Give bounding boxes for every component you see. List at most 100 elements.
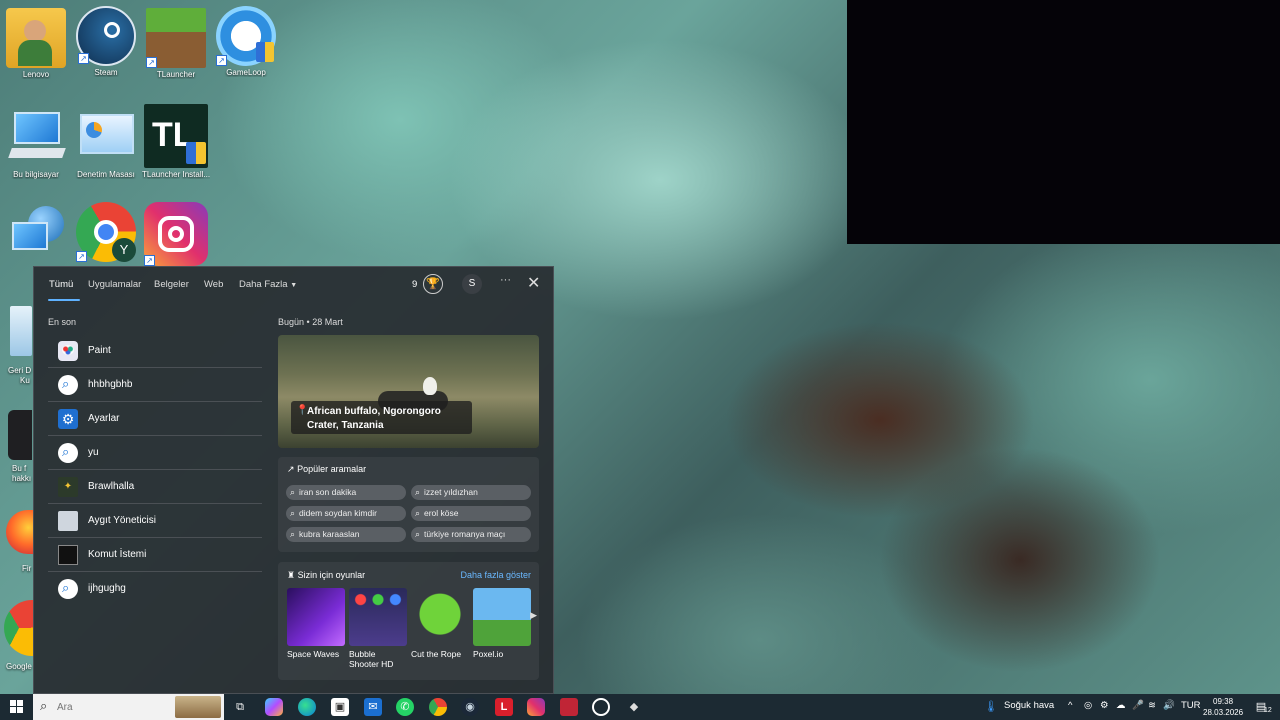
list-item[interactable]: ⚙ Ayarlar xyxy=(48,402,262,436)
lenovo-app-icon[interactable]: L xyxy=(495,698,513,716)
list-item[interactable]: Komut İstemi xyxy=(48,538,262,572)
tab-documents[interactable]: Belgeler xyxy=(154,279,189,290)
desktop-icon-label: Steam xyxy=(94,68,118,77)
game-tile[interactable]: Cut the Rope xyxy=(411,588,469,659)
task-view-icon[interactable]: ⧉ xyxy=(231,698,249,716)
space-waves-icon xyxy=(287,588,345,646)
desktop-icon-google[interactable]: Google xyxy=(0,596,34,676)
list-item[interactable]: Aygıt Yöneticisi xyxy=(48,504,262,538)
desktop-icon-tlauncher[interactable]: ↗ TLauncher xyxy=(142,8,210,79)
thermometer-icon[interactable]: 🌡 xyxy=(982,698,1000,716)
taskbar-search[interactable]: ⌕ xyxy=(33,694,224,720)
volume-icon[interactable]: 🔊 xyxy=(1163,700,1175,711)
instagram-icon[interactable] xyxy=(527,698,545,716)
games-card: ♜ Sizin için oyunlar Daha fazla göster S… xyxy=(278,562,539,680)
chrome-icon[interactable] xyxy=(429,698,447,716)
search-input[interactable] xyxy=(57,699,167,715)
desktop-icon-recycle-bin[interactable]: Geri D Ku xyxy=(0,302,33,392)
desktop-icon-about[interactable]: Bu f hakkı xyxy=(0,404,33,490)
steam-icon[interactable]: ◉ xyxy=(461,698,479,716)
avatar[interactable]: S xyxy=(462,274,482,294)
desktop-icon-firefox[interactable]: Fir xyxy=(0,506,34,578)
desktop-icon-instagram[interactable]: ↗ xyxy=(142,202,210,268)
cloud-icon[interactable]: ☁ xyxy=(1116,700,1126,711)
poxel-io-icon xyxy=(473,588,531,646)
app-icon[interactable]: ◆ xyxy=(625,698,643,716)
wifi-icon[interactable]: ≋ xyxy=(1148,700,1156,711)
list-item[interactable]: Paint xyxy=(48,334,262,368)
games-title: ♜ Sizin için oyunlar xyxy=(287,570,365,581)
games-title-label: Sizin için oyunlar xyxy=(297,570,366,580)
obs-icon[interactable] xyxy=(592,698,610,716)
desktop-icon-chrome-profile[interactable]: Y ↗ xyxy=(72,202,140,264)
store-icon[interactable]: ▣ xyxy=(331,698,349,716)
desktop-icon-control-panel[interactable]: Denetim Masası xyxy=(72,108,140,179)
popular-title-label: Popüler aramalar xyxy=(297,464,367,474)
list-item[interactable]: hhbhgbhb xyxy=(48,368,262,402)
game-tile[interactable]: Bubble Shooter HD xyxy=(349,588,407,669)
weather-text[interactable]: Soğuk hava xyxy=(1004,700,1054,711)
popular-search-chip[interactable]: erol köse xyxy=(411,506,531,521)
desktop-icon-gameloop[interactable]: ↗ GameLoop xyxy=(212,6,280,77)
desktop-icon-label: GameLoop xyxy=(226,68,266,77)
game-tile[interactable]: Space Waves xyxy=(287,588,345,659)
microphone-icon[interactable]: 🎤 xyxy=(1132,700,1144,711)
desktop-icon-label: Geri D xyxy=(8,366,32,375)
cut-the-rope-icon xyxy=(411,588,469,646)
edge-icon[interactable] xyxy=(298,698,316,716)
copilot-icon[interactable] xyxy=(265,698,283,716)
list-item-label: ijhgughg xyxy=(88,583,126,594)
more-options-icon[interactable]: ··· xyxy=(500,274,511,286)
list-item-label: Aygıt Yöneticisi xyxy=(88,515,157,526)
list-item-label: yu xyxy=(88,447,99,458)
control-panel-icon xyxy=(76,108,136,168)
close-icon[interactable]: ✕ xyxy=(527,273,540,293)
notification-badge: 12 xyxy=(1264,707,1272,714)
clock[interactable]: 09:38 28.03.2026 xyxy=(1203,696,1243,718)
chevron-right-icon[interactable]: ▶ xyxy=(530,610,537,621)
desktop-icon-this-pc[interactable]: Bu bilgisayar xyxy=(2,108,70,179)
windows-start-icon[interactable] xyxy=(10,700,23,713)
language-indicator[interactable]: TUR xyxy=(1181,700,1201,711)
active-tab-indicator xyxy=(48,299,80,301)
mail-icon[interactable]: ✉ xyxy=(364,698,382,716)
popular-search-chip[interactable]: kubra karaaslan xyxy=(286,527,406,542)
chrome-icon: Y ↗ xyxy=(76,202,136,262)
desktop-icon-label: Ku xyxy=(20,376,30,385)
desktop-icon-tlauncher-installer[interactable]: TL TLauncher Install... xyxy=(142,104,210,179)
trophy-icon[interactable]: 🏆 xyxy=(423,274,443,294)
device-manager-icon xyxy=(58,511,78,531)
gameloop-icon: ↗ xyxy=(216,6,276,66)
game-name: Cut the Rope xyxy=(411,649,462,659)
list-item[interactable]: ✦ Brawlhalla xyxy=(48,470,262,504)
show-more-link[interactable]: Daha fazla göster xyxy=(460,570,531,580)
firefox-icon xyxy=(6,510,34,554)
desktop-icon-steam[interactable]: ↗ Steam xyxy=(72,6,140,77)
today-date: 28 Mart xyxy=(312,317,343,327)
desktop-icon-lenovo[interactable]: Lenovo xyxy=(2,8,70,79)
search-icon xyxy=(58,375,78,395)
list-item[interactable]: yu xyxy=(48,436,262,470)
popular-search-chip[interactable]: türkiye romanya maçı xyxy=(411,527,531,542)
desktop-icon-network[interactable] xyxy=(2,204,70,266)
game-app-icon[interactable] xyxy=(560,698,578,716)
tab-apps[interactable]: Uygulamalar xyxy=(88,279,141,290)
game-tile[interactable]: Poxel.io xyxy=(473,588,531,659)
popular-search-chip[interactable]: izzet yıldızhan xyxy=(411,485,531,500)
clock-icon xyxy=(8,410,32,460)
chrome-icon xyxy=(4,600,34,656)
tab-all[interactable]: Tümü xyxy=(49,279,73,290)
computer-icon xyxy=(6,108,66,168)
hero-image-card[interactable]: 📍 African buffalo, Ngorongoro Crater, Ta… xyxy=(278,335,539,448)
tray-icon[interactable]: ◎ xyxy=(1084,700,1092,711)
popular-search-chip[interactable]: didem soydan kimdir xyxy=(286,506,406,521)
tab-more[interactable]: Daha Fazla ▼ xyxy=(239,279,297,290)
tray-icon[interactable]: ⚙ xyxy=(1100,700,1109,711)
popular-search-chip[interactable]: iran son dakika xyxy=(286,485,406,500)
hero-caption-box: 📍 African buffalo, Ngorongoro Crater, Ta… xyxy=(291,401,472,434)
chevron-up-icon[interactable]: ^ xyxy=(1068,700,1072,711)
whatsapp-icon[interactable]: ✆ xyxy=(396,698,414,716)
tab-web[interactable]: Web xyxy=(204,279,223,290)
list-item[interactable]: ijhgughg xyxy=(48,572,262,606)
games-icon: ♜ xyxy=(287,570,296,580)
